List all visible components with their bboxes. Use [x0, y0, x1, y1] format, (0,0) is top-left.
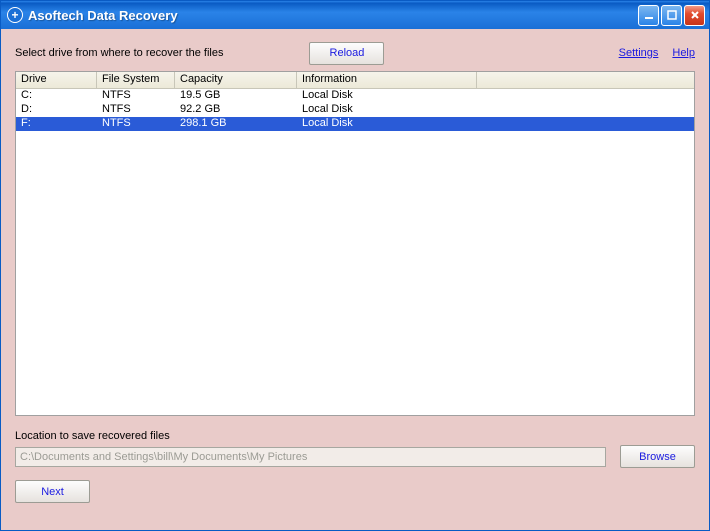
next-button[interactable]: Next [15, 480, 90, 503]
top-row: Select drive from where to recover the f… [15, 41, 695, 65]
table-cell: C: [16, 89, 97, 103]
app-icon: + [7, 7, 23, 23]
window-title: Asoftech Data Recovery [28, 8, 638, 23]
table-header: Drive File System Capacity Information [16, 72, 694, 89]
settings-link[interactable]: Settings [619, 47, 659, 59]
table-cell: 92.2 GB [175, 103, 297, 117]
table-row[interactable]: F:NTFS298.1 GBLocal Disk [16, 117, 694, 131]
app-window: + Asoftech Data Recovery Select drive fr… [0, 0, 710, 531]
window-buttons [638, 5, 705, 26]
minimize-icon [643, 9, 655, 21]
table-cell: NTFS [97, 89, 175, 103]
maximize-icon [666, 9, 678, 21]
table-cell: F: [16, 117, 97, 131]
table-cell: Local Disk [297, 103, 477, 117]
reload-button[interactable]: Reload [309, 42, 384, 65]
col-spacer [477, 72, 694, 88]
table-cell: D: [16, 103, 97, 117]
table-cell: Local Disk [297, 89, 477, 103]
help-link[interactable]: Help [672, 47, 695, 59]
table-body: C:NTFS19.5 GBLocal DiskD:NTFS92.2 GBLoca… [16, 89, 694, 131]
save-row: Browse [15, 445, 695, 468]
content-area: Select drive from where to recover the f… [1, 29, 709, 530]
save-label: Location to save recovered files [15, 430, 695, 442]
save-section: Location to save recovered files Browse [15, 430, 695, 468]
close-button[interactable] [684, 5, 705, 26]
table-cell: NTFS [97, 103, 175, 117]
top-links: Settings Help [619, 47, 695, 59]
minimize-button[interactable] [638, 5, 659, 26]
table-row[interactable]: D:NTFS92.2 GBLocal Disk [16, 103, 694, 117]
col-drive[interactable]: Drive [16, 72, 97, 88]
col-information[interactable]: Information [297, 72, 477, 88]
maximize-button[interactable] [661, 5, 682, 26]
table-cell: NTFS [97, 117, 175, 131]
close-icon [689, 9, 701, 21]
col-filesystem[interactable]: File System [97, 72, 175, 88]
table-cell: 298.1 GB [175, 117, 297, 131]
browse-button[interactable]: Browse [620, 445, 695, 468]
table-cell: 19.5 GB [175, 89, 297, 103]
save-path-input[interactable] [15, 447, 606, 467]
table-row[interactable]: C:NTFS19.5 GBLocal Disk [16, 89, 694, 103]
titlebar: + Asoftech Data Recovery [1, 1, 709, 29]
instruction-label: Select drive from where to recover the f… [15, 47, 223, 59]
col-capacity[interactable]: Capacity [175, 72, 297, 88]
table-cell: Local Disk [297, 117, 477, 131]
drive-table: Drive File System Capacity Information C… [15, 71, 695, 416]
